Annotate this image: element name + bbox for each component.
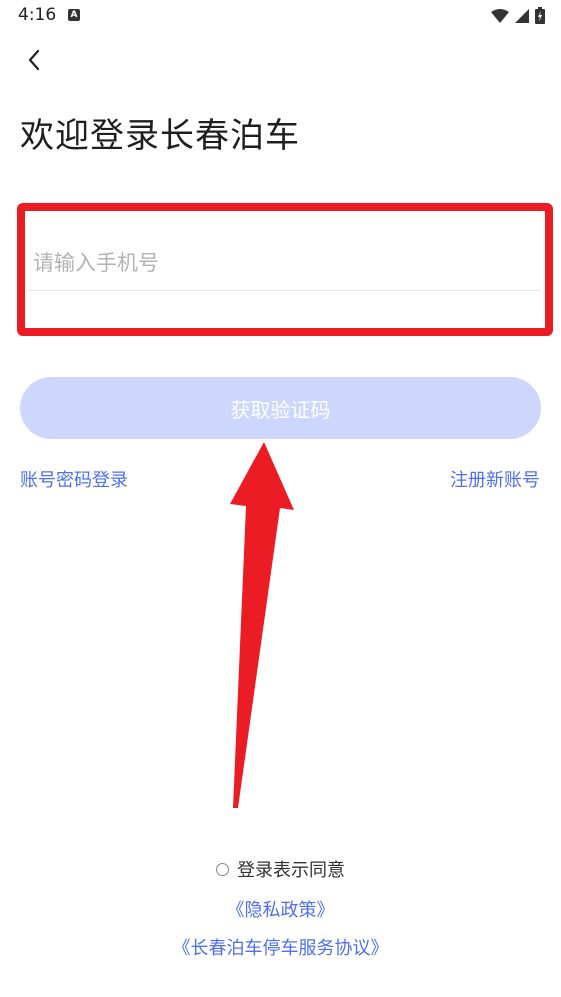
battery-icon (535, 7, 545, 24)
wifi-icon (491, 8, 509, 23)
register-link[interactable]: 注册新账号 (450, 466, 540, 492)
password-login-link[interactable]: 账号密码登录 (20, 466, 128, 492)
agreement-text: 登录表示同意 (237, 860, 345, 881)
status-time: 4:16 (18, 5, 57, 25)
status-icons (491, 7, 545, 24)
signal-icon (515, 8, 529, 23)
notification-icon: A (68, 9, 80, 21)
get-code-button[interactable]: 获取验证码 (20, 377, 541, 439)
page-title: 欢迎登录长春泊车 (20, 116, 300, 156)
privacy-policy-link[interactable]: 《隐私政策》 (0, 896, 561, 922)
service-agreement-link[interactable]: 《长春泊车停车服务协议》 (0, 934, 561, 960)
chevron-left-icon (28, 49, 40, 71)
phone-input[interactable] (33, 238, 533, 288)
input-underline (28, 290, 540, 291)
back-button[interactable] (18, 44, 50, 76)
status-bar: 4:16 A (0, 0, 561, 34)
annotation-arrow (230, 442, 294, 808)
agreement-row: 登录表示同意 (0, 856, 561, 882)
agree-radio[interactable] (216, 862, 229, 876)
